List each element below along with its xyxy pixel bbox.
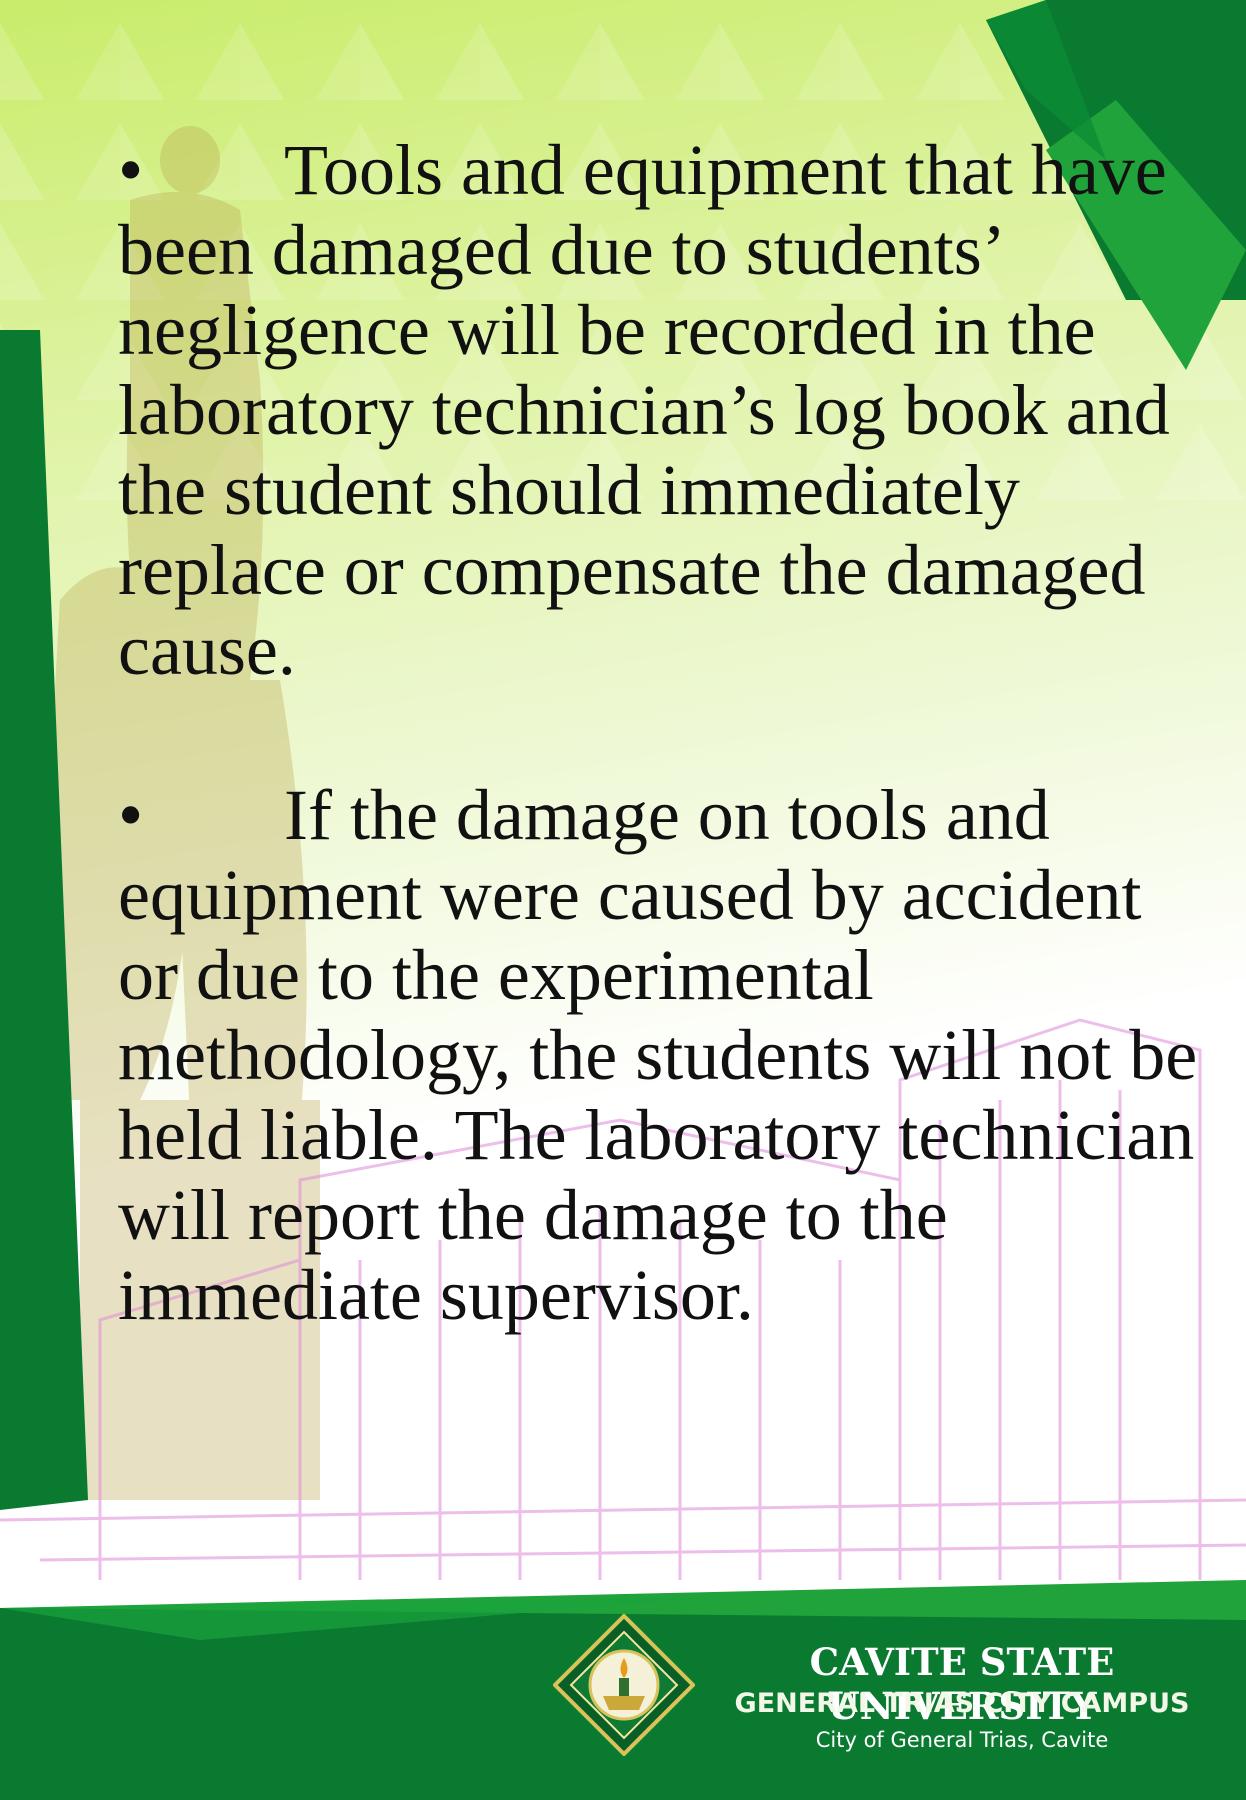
bullet-marker: • xyxy=(118,130,144,210)
university-seal-icon xyxy=(553,1614,695,1756)
slide-page: • Tools and equipment that have been dama… xyxy=(0,0,1246,1800)
bullet-list: • Tools and equipment that have been dama… xyxy=(118,130,1218,1420)
bullet-marker: • xyxy=(118,775,144,855)
bullet-item: • Tools and equipment that have been dama… xyxy=(118,130,1218,690)
city-name: City of General Trias, Cavite xyxy=(815,1728,1109,1752)
campus-name: GENERAL TRIAS CITY CAMPUS xyxy=(734,1688,1190,1719)
bullet-text: Tools and equipment that have been damag… xyxy=(118,130,1170,690)
bullet-item: • If the damage on tools and equipment we… xyxy=(118,775,1218,1335)
bullet-text: If the damage on tools and equipment wer… xyxy=(118,775,1198,1335)
